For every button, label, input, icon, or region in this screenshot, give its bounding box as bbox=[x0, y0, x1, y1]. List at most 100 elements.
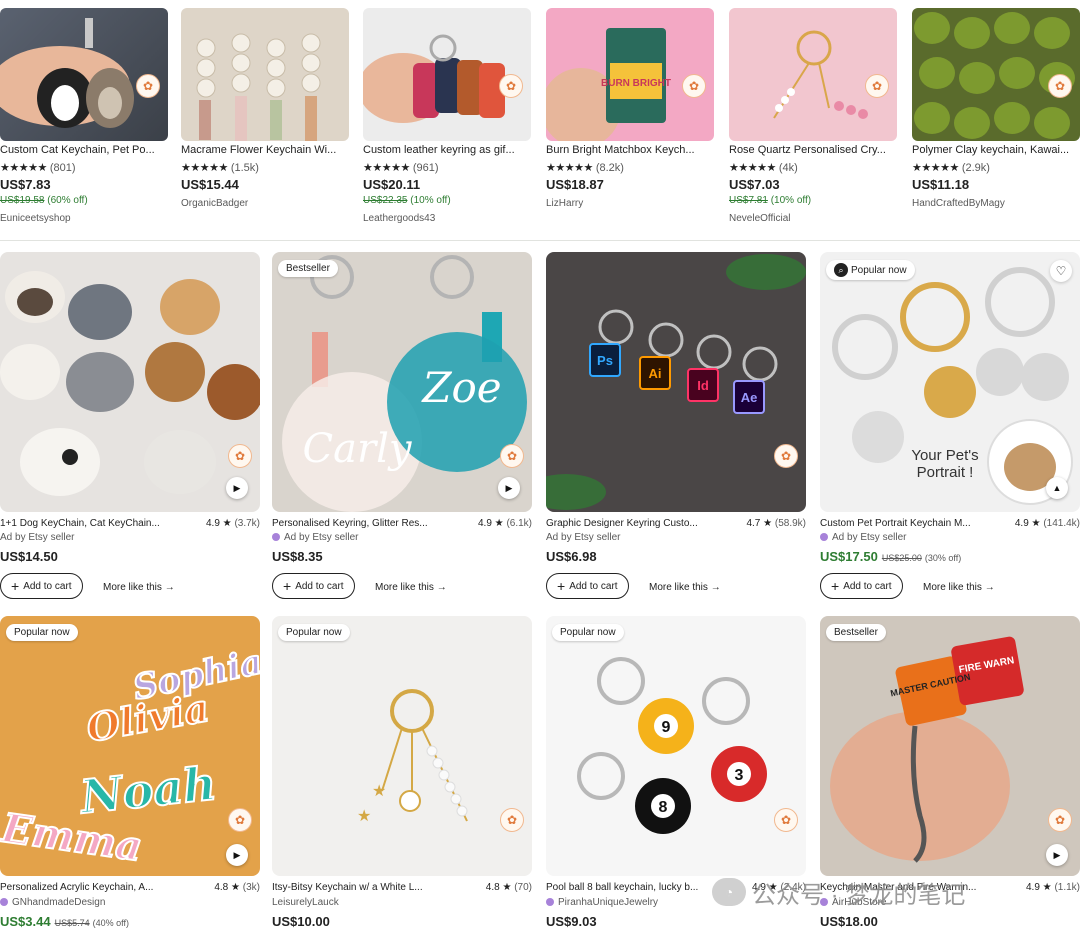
top-listing-card[interactable]: ✿ Rose Quartz Personalised Cry... ★★★★★(… bbox=[729, 0, 897, 224]
plus-icon: + bbox=[831, 578, 840, 594]
listing-title[interactable]: 1+1 Dog KeyChain, Cat KeyChain... bbox=[0, 518, 195, 529]
top-listing-card[interactable]: ✿ Custom Cat Keychain, Pet Po... ★★★★★ (8… bbox=[0, 0, 168, 224]
shop-name[interactable]: NeveleOfficial bbox=[729, 213, 791, 224]
listing-image[interactable]: Sophia Olivia Noah Emma Popular now ✿ ▶ bbox=[0, 616, 260, 876]
price: US$17.50 US$25.00 (30% off) bbox=[820, 549, 961, 564]
more-like-this-link[interactable]: More like this → bbox=[649, 582, 721, 593]
review-count: (6.1k) bbox=[506, 518, 532, 529]
shop-name[interactable]: HandCraftedByMagy bbox=[912, 198, 1005, 209]
pet-keychains-photo bbox=[0, 271, 260, 496]
rating: 4.7 ★ (58.9k) bbox=[746, 518, 806, 529]
more-like-this-link[interactable]: More like this → bbox=[103, 582, 175, 593]
designer-keyring-photo: Ps Ai Id Ae bbox=[546, 254, 806, 510]
listing-image[interactable] bbox=[181, 8, 349, 141]
price: US$18.87 bbox=[546, 177, 604, 192]
listing-image[interactable]: Zoe Carly Bestseller ✿ ▶ bbox=[272, 252, 532, 512]
price: US$14.50 bbox=[0, 549, 58, 564]
shop-label[interactable]: PiranhaUniqueJewelry bbox=[546, 897, 658, 908]
name-text: Noah bbox=[76, 756, 219, 824]
add-to-cart-button[interactable]: + Add to cart bbox=[272, 573, 355, 599]
star-rating: ★★★★★ (1.5k) bbox=[181, 161, 259, 174]
listing-image[interactable]: ★ ★ Popular now ✿ bbox=[272, 616, 532, 876]
top-listing-card[interactable]: ✿ Custom leather keyring as gif... ★★★★★… bbox=[363, 0, 531, 224]
listing-card[interactable]: 9 3 8 Popular now ✿ Pool ball 8 ball key… bbox=[546, 616, 806, 929]
rating: 4.9 ★ (141.4k) bbox=[1015, 518, 1080, 529]
ad-label: Ad by Etsy seller bbox=[0, 532, 74, 543]
discount: (10% off) bbox=[410, 195, 451, 206]
top-listing-card[interactable]: ✿ Polymer Clay keychain, Kawai... ★★★★★(… bbox=[912, 0, 1080, 209]
play-icon[interactable]: ▶ bbox=[1046, 844, 1068, 866]
favorite-heart-icon[interactable]: ♡ bbox=[1050, 260, 1072, 282]
top-listing-card[interactable]: BURN BRIGHT ✿ Burn Bright Matchbox Keych… bbox=[546, 0, 714, 209]
listing-title[interactable]: Custom Cat Keychain, Pet Po... bbox=[0, 144, 168, 156]
original-price: US$5.74 bbox=[54, 918, 90, 928]
listing-title[interactable]: Itsy-Bitsy Keychain w/ a White L... bbox=[272, 882, 467, 893]
add-to-cart-button[interactable]: + Add to cart bbox=[0, 573, 83, 599]
rating: 4.9 ★ (6.1k) bbox=[478, 518, 532, 529]
price: US$18.00 bbox=[820, 914, 878, 929]
listing-image[interactable]: ✿ bbox=[363, 8, 531, 141]
shop-name[interactable]: LeisurelyLauck bbox=[272, 897, 339, 908]
listing-card[interactable]: MASTER CAUTION FIRE WARN Bestseller ✿ ▶ … bbox=[820, 616, 1080, 929]
listing-title[interactable]: Macrame Flower Keychain Wi... bbox=[181, 144, 349, 156]
listing-image[interactable]: MASTER CAUTION FIRE WARN Bestseller ✿ ▶ bbox=[820, 616, 1080, 876]
listing-card[interactable]: Your Pet's Portrait ! ⌕ Popular now ♡ ▲ Cu… bbox=[820, 252, 1080, 599]
listing-image[interactable]: BURN BRIGHT ✿ bbox=[546, 8, 714, 141]
listing-image[interactable]: 9 3 8 Popular now ✿ bbox=[546, 616, 806, 876]
listing-image[interactable]: Ps Ai Id Ae ✿ bbox=[546, 252, 806, 512]
play-icon[interactable]: ▶ bbox=[226, 477, 248, 499]
name-text: Zoe bbox=[420, 363, 501, 412]
price: US$11.18 bbox=[912, 177, 970, 192]
add-to-cart-button[interactable]: + Add to cart bbox=[546, 573, 629, 599]
listing-card[interactable]: Ps Ai Id Ae ✿ Graphic Designer Keyring C… bbox=[546, 252, 806, 599]
popular-now-badge: ⌕ Popular now bbox=[826, 260, 915, 280]
name-text: Olivia bbox=[83, 685, 212, 751]
play-icon[interactable]: ▶ bbox=[226, 844, 248, 866]
glitter-keyring-photo: Zoe Carly bbox=[282, 255, 527, 512]
listing-title[interactable]: Personalized Acrylic Keychain, A... bbox=[0, 882, 195, 893]
star-charm-icon: ★ bbox=[357, 808, 371, 825]
listing-card[interactable]: Sophia Olivia Noah Emma Popular now ✿ ▶ … bbox=[0, 616, 260, 929]
popular-now-badge: Popular now bbox=[278, 624, 350, 641]
listing-card[interactable]: ✿ ▶ 1+1 Dog KeyChain, Cat KeyChain... 4.… bbox=[0, 252, 260, 599]
ps-text: Ps bbox=[597, 353, 613, 368]
play-icon[interactable]: ▶ bbox=[498, 477, 520, 499]
listing-title[interactable]: Custom leather keyring as gif... bbox=[363, 144, 531, 156]
more-like-this-link[interactable]: More like this → bbox=[923, 582, 995, 593]
etsy-bee-icon: ✿ bbox=[228, 444, 252, 468]
listing-title[interactable]: Polymer Clay keychain, Kawai... bbox=[912, 144, 1080, 156]
top-listing-card[interactable]: Macrame Flower Keychain Wi... ★★★★★ (1.5k… bbox=[181, 0, 349, 209]
rating-value: 4.8 ★ bbox=[485, 882, 512, 893]
listing-title[interactable]: Rose Quartz Personalised Cry... bbox=[729, 144, 897, 156]
ads-indicator-icon: ▲ bbox=[1046, 477, 1068, 499]
add-to-cart-label: Add to cart bbox=[23, 580, 72, 592]
review-count: (8.2k) bbox=[595, 162, 624, 174]
listing-card[interactable]: ★ ★ Popular now ✿ Itsy-Bitsy Keychain w/… bbox=[272, 616, 532, 929]
price: US$7.03 bbox=[729, 177, 780, 192]
shop-name[interactable]: Leathergoods43 bbox=[363, 213, 435, 224]
listing-image[interactable]: ✿ bbox=[912, 8, 1080, 141]
shop-name[interactable]: Euniceetsyshop bbox=[0, 213, 71, 224]
more-like-this-link[interactable]: More like this → bbox=[375, 582, 447, 593]
rating-value: 4.9 ★ bbox=[478, 518, 504, 529]
add-to-cart-button[interactable]: + Add to cart bbox=[820, 573, 903, 599]
shop-name[interactable]: LizHarry bbox=[546, 198, 583, 209]
listing-title[interactable]: Burn Bright Matchbox Keych... bbox=[546, 144, 714, 156]
review-count: (801) bbox=[49, 162, 76, 174]
search-icon: ⌕ bbox=[834, 263, 848, 277]
listing-title[interactable]: Graphic Designer Keyring Custo... bbox=[546, 518, 741, 529]
listing-card[interactable]: Zoe Carly Bestseller ✿ ▶ Personalised Ke… bbox=[272, 252, 532, 599]
listing-title[interactable]: Custom Pet Portrait Keychain M... bbox=[820, 518, 1015, 529]
listing-title[interactable]: Personalised Keyring, Glitter Res... bbox=[272, 518, 467, 529]
original-price: US$22.35 (10% off) bbox=[363, 195, 451, 206]
ad-text: Ad by Etsy seller bbox=[0, 532, 75, 543]
listing-image[interactable]: Your Pet's Portrait ! ⌕ Popular now ♡ ▲ bbox=[820, 252, 1080, 512]
stars: ★★★★★ bbox=[912, 162, 959, 174]
listing-image[interactable]: ✿ bbox=[0, 8, 168, 141]
listing-image[interactable]: ✿ ▶ bbox=[0, 252, 260, 512]
shop-name[interactable]: OrganicBadger bbox=[181, 198, 248, 209]
etsy-bee-icon: ✿ bbox=[774, 808, 798, 832]
shop-label[interactable]: GNhandmadeDesign bbox=[0, 897, 105, 908]
listing-image[interactable]: ✿ bbox=[729, 8, 897, 141]
macrame-keychain-photo bbox=[196, 33, 321, 141]
